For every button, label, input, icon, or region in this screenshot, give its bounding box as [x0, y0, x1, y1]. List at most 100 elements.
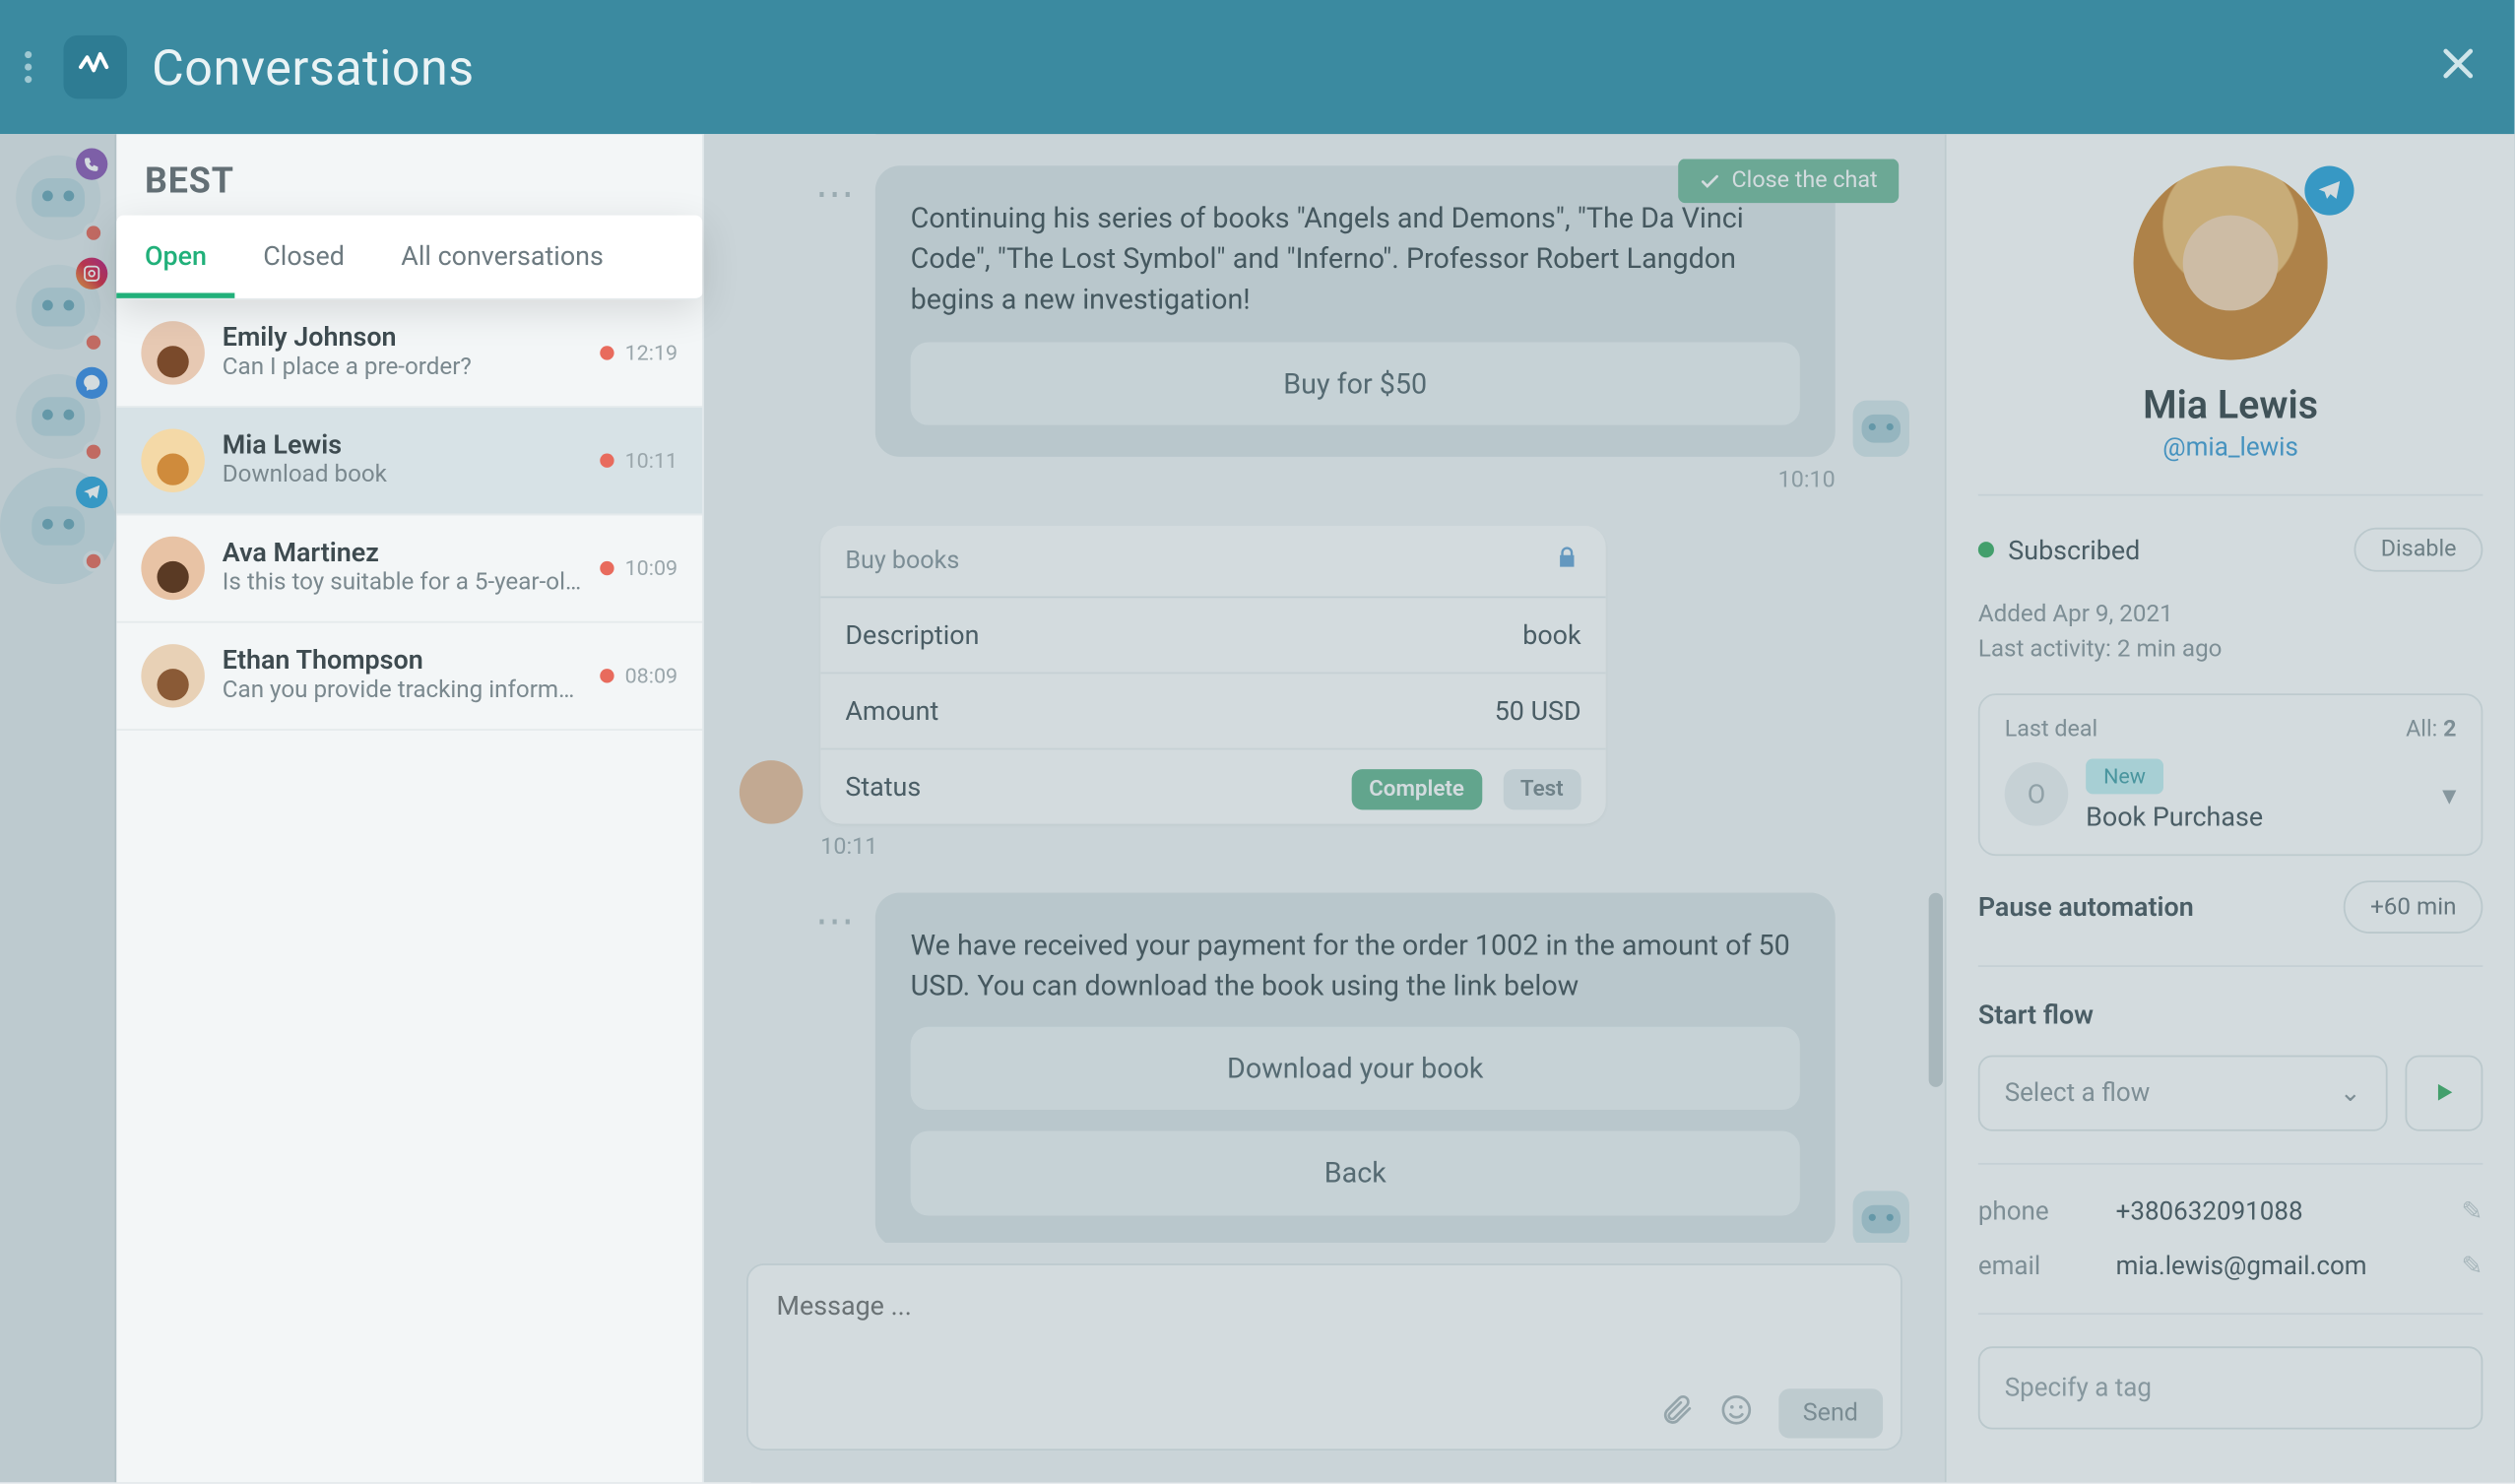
conv-name: Emily Johnson: [223, 321, 583, 353]
start-flow-button[interactable]: [2405, 1055, 2483, 1130]
message-menu-icon[interactable]: ⋯: [815, 173, 858, 218]
profile-handle[interactable]: @mia_lewis: [2162, 432, 2298, 462]
conversation-item[interactable]: Mia LewisDownload book 10:11: [116, 408, 702, 515]
unread-dot: [600, 346, 613, 359]
online-dot-icon: [1978, 542, 1994, 557]
unread-dot: [600, 561, 613, 575]
lock-icon: [1553, 543, 1581, 578]
header-menu-icon[interactable]: [25, 51, 46, 83]
viber-icon: [75, 149, 106, 180]
message-composer: Send: [746, 1263, 1902, 1451]
buy-button[interactable]: Buy for $50: [911, 342, 1800, 425]
telegram-icon: [75, 477, 106, 508]
flow-placeholder: Select a flow: [2005, 1077, 2151, 1107]
emoji-icon[interactable]: [1718, 1392, 1754, 1435]
details-column: Mia Lewis @mia_lewis Subscribed Disable …: [1945, 134, 2515, 1482]
conversation-item[interactable]: Ava MartinezIs this toy suitable for a 5…: [116, 515, 702, 622]
edit-icon[interactable]: ✎: [2462, 1251, 2483, 1280]
last-activity: Last activity: 2 min ago: [1978, 632, 2483, 668]
conv-time: 08:09: [625, 664, 678, 688]
attach-icon[interactable]: [1658, 1392, 1694, 1435]
status-test-badge: Test: [1503, 769, 1581, 809]
channel-rail: [0, 134, 116, 1482]
chevron-down-icon: ⌄: [2340, 1077, 2361, 1107]
bot-avatar-icon: [1853, 400, 1909, 456]
bot-message: Continuing his series of books "Angels a…: [875, 165, 1836, 456]
disable-button[interactable]: Disable: [2354, 528, 2483, 572]
send-button[interactable]: Send: [1778, 1388, 1883, 1438]
conv-time: 10:09: [625, 555, 678, 580]
chevron-down-icon[interactable]: ▾: [2442, 777, 2456, 810]
deal-all-count: 2: [2443, 716, 2456, 742]
card-val: book: [1522, 619, 1580, 651]
card-val: 50 USD: [1495, 695, 1581, 727]
payment-card: Buy books Descriptionbook Amount50 USD S…: [820, 526, 1605, 824]
phone-value: +380632091088: [2116, 1195, 2303, 1225]
edit-icon[interactable]: ✎: [2462, 1195, 2483, 1225]
conv-preview: Can you provide tracking informa...: [223, 676, 583, 704]
conversation-item[interactable]: Emily JohnsonCan I place a pre-order? 12…: [116, 300, 702, 408]
messenger-icon: [75, 367, 106, 399]
scrollbar-thumb[interactable]: [1929, 893, 1943, 1087]
conv-time: 10:11: [625, 448, 678, 473]
unread-dot: [600, 454, 613, 468]
message-input[interactable]: [748, 1265, 1901, 1379]
start-flow-label: Start flow: [1978, 998, 2483, 1029]
rail-bot-telegram[interactable]: [15, 484, 99, 568]
chat-column: Close the chat ⋯ Continuing his series o…: [704, 134, 1945, 1482]
status-complete-badge: Complete: [1351, 769, 1482, 809]
card-title: Buy books: [845, 547, 959, 575]
subscription-row: Subscribed Disable: [1978, 528, 2483, 572]
avatar: [141, 428, 205, 492]
message-text: We have received your payment for the or…: [911, 925, 1800, 1006]
pause-automation-label: Pause automation: [1978, 890, 2194, 922]
message-time: 10:10: [1778, 467, 1836, 493]
tag-placeholder: Specify a tag: [2005, 1372, 2152, 1401]
rail-bot-instagram[interactable]: [15, 265, 99, 350]
deal-card[interactable]: Last deal All: 2 O New Book Purchase ▾: [1978, 692, 2483, 855]
message-text: Continuing his series of books "Angels a…: [911, 198, 1800, 321]
email-key: email: [1978, 1251, 2116, 1280]
message-menu-icon[interactable]: ⋯: [815, 899, 858, 943]
unread-dot: [82, 441, 103, 463]
deal-last-label: Last deal: [2005, 716, 2097, 742]
profile-avatar: [2134, 165, 2328, 359]
unread-dot: [82, 332, 103, 354]
avatar: [141, 321, 205, 385]
tab-all[interactable]: All conversations: [373, 216, 632, 298]
unread-dot: [82, 550, 103, 572]
conversation-list: Emily JohnsonCan I place a pre-order? 12…: [116, 300, 702, 1483]
rail-bot-messenger[interactable]: [15, 374, 99, 459]
card-key: Description: [845, 619, 979, 651]
tag-input[interactable]: Specify a tag: [1978, 1345, 2483, 1428]
conv-preview: Is this toy suitable for a 5-year-old?: [223, 568, 583, 597]
user-avatar: [740, 760, 804, 824]
conversation-tabs: Open Closed All conversations: [116, 216, 702, 300]
app-logo: [64, 35, 128, 99]
download-button[interactable]: Download your book: [911, 1027, 1800, 1111]
conv-time: 12:19: [625, 341, 678, 365]
group-header: BEST: [116, 134, 702, 215]
tab-open[interactable]: Open: [116, 216, 234, 298]
conversation-item[interactable]: Ethan ThompsonCan you provide tracking i…: [116, 623, 702, 731]
avatar: [141, 537, 205, 601]
rail-bot-viber[interactable]: [15, 156, 99, 240]
unread-dot: [600, 669, 613, 682]
instagram-icon: [75, 258, 106, 290]
tab-closed[interactable]: Closed: [235, 216, 373, 298]
conv-preview: Download book: [223, 461, 583, 489]
profile-name: Mia Lewis: [2143, 385, 2318, 429]
close-icon[interactable]: [2426, 28, 2490, 107]
close-chat-label: Close the chat: [1732, 167, 1878, 194]
deal-all-label: All:: [2406, 716, 2437, 742]
phone-key: phone: [1978, 1195, 2116, 1225]
close-chat-button[interactable]: Close the chat: [1679, 159, 1899, 203]
flow-select[interactable]: Select a flow ⌄: [1978, 1055, 2388, 1130]
back-button[interactable]: Back: [911, 1131, 1800, 1215]
conv-name: Ava Martinez: [223, 537, 583, 568]
conversation-column: BEST Open Closed All conversations Emily…: [116, 134, 704, 1482]
app-header: Conversations: [0, 0, 2515, 134]
message-time: 10:11: [820, 834, 1605, 861]
pause-60-button[interactable]: +60 min: [2344, 879, 2483, 933]
added-date: Added Apr 9, 2021: [1978, 597, 2483, 632]
